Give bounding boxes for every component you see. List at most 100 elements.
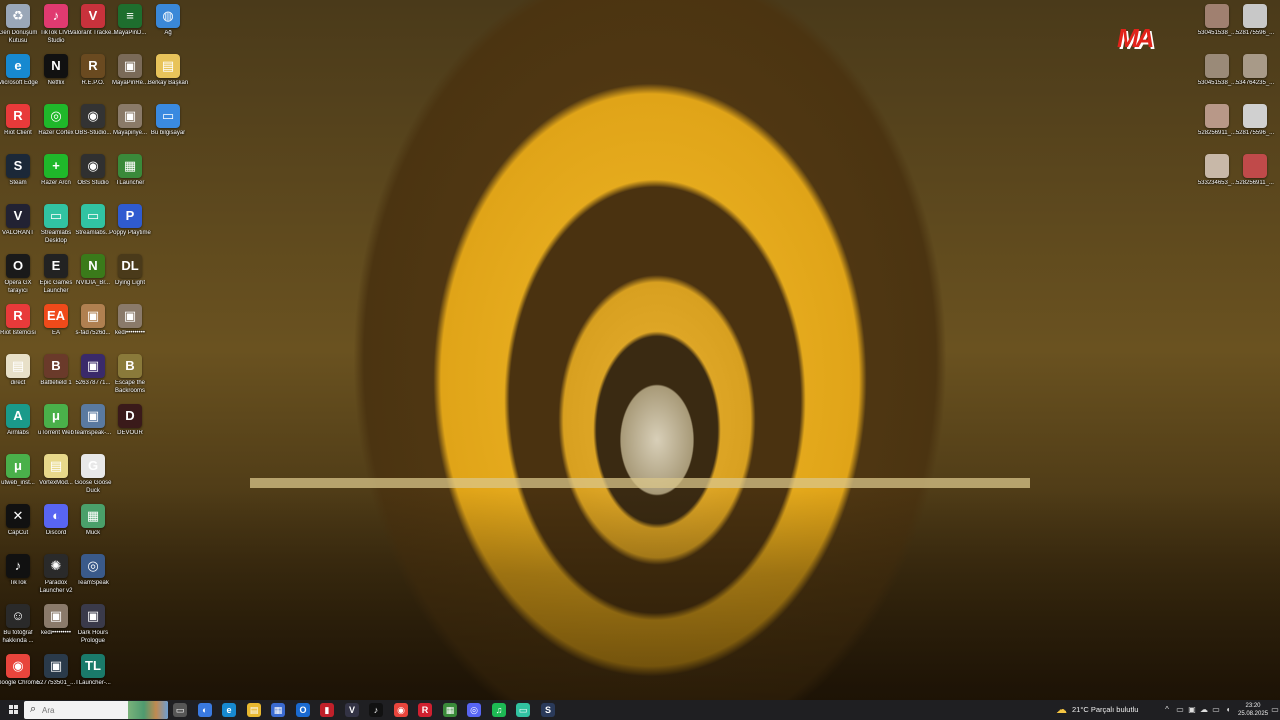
- dark-hours-icon: ▣: [81, 604, 105, 628]
- desktop-icon-image-file[interactable]: 528175596_...: [1231, 100, 1279, 138]
- search-icon: ⌕: [30, 703, 37, 715]
- taskbar-search[interactable]: ⌕: [24, 701, 168, 719]
- clock-date: 25.08.2025: [1238, 711, 1269, 717]
- taskbar-chrome-icon[interactable]: ◉: [394, 703, 408, 717]
- network-icon[interactable]: ▭: [1211, 704, 1221, 715]
- weather-text[interactable]: 21°C Parçalı bulutlu: [1072, 705, 1138, 714]
- desktop-icon-tlauncher[interactable]: ▦ TLauncher: [106, 150, 154, 188]
- 526378771-icon: ▣: [81, 354, 105, 378]
- system-tray: ☁ 21°C Parçalı bulutlu ^ ▭ ▣ ☁ ▭ ◖ 23:20…: [1050, 700, 1280, 720]
- taskbar-task-view-icon[interactable]: ▭: [173, 703, 187, 717]
- battlefield-icon: B: [44, 354, 68, 378]
- tray-app-icon[interactable]: ▣: [1187, 704, 1197, 715]
- taskbar: ⌕ ▭ ◐ e ▤ ▦ O ▮ V ♪ ◉ R ▦ ◎ ♫ ▭ S ☁ 21°C Parçalı bulutl…: [0, 700, 1280, 720]
- desktop-icon-label: Bu bilgisayar: [150, 130, 186, 136]
- tray-app-icon[interactable]: ▭: [1175, 704, 1185, 715]
- desktop-icon-label: 534764235_...: [1235, 80, 1275, 86]
- desktop-icon-berkay[interactable]: ▤ Berkay Başkan: [144, 50, 192, 88]
- start-button[interactable]: [2, 700, 24, 720]
- image-thumbnail-icon: [1243, 54, 1267, 78]
- desktop-icon-escape-backrooms[interactable]: B Escape the Backrooms: [106, 350, 154, 395]
- desktop-icon-bu-bilgisayar[interactable]: ▭ Bu bilgisayar: [144, 100, 192, 138]
- taskbar-outlook-icon[interactable]: O: [296, 703, 310, 717]
- image-thumbnail-icon: [1243, 154, 1267, 178]
- desktop-icon-dark-hours[interactable]: ▣ Dark Hours Prologue: [69, 600, 117, 645]
- capcut-icon: ✕: [6, 504, 30, 528]
- paradox-icon: ✺: [44, 554, 68, 578]
- chrome-icon: ◉: [6, 654, 30, 678]
- goose-icon: G: [81, 454, 105, 478]
- streamlabs-icon: ▭: [81, 204, 105, 228]
- taskbar-discord-like-icon[interactable]: ◎: [467, 703, 481, 717]
- desktop-icon-kedi1[interactable]: ▣ kedi•••••••••: [106, 300, 154, 338]
- tlauncher-icon: ▦: [118, 154, 142, 178]
- taskbar-minecraft-icon[interactable]: ▦: [443, 703, 457, 717]
- desktop-icon-teamspeak[interactable]: ◎ TeamSpeak: [69, 550, 117, 588]
- utorrent-web-icon: μ: [44, 404, 68, 428]
- volume-icon[interactable]: ◖: [1223, 704, 1233, 715]
- taskbar-explorer-icon[interactable]: ▤: [247, 703, 261, 717]
- desktop-icon-poppy[interactable]: P Poppy Playtime: [106, 200, 154, 238]
- taskbar-copilot-icon[interactable]: ◐: [198, 703, 212, 717]
- berkay-icon: ▤: [156, 54, 180, 78]
- 527753501-icon: ▣: [44, 654, 68, 678]
- obs-studio-icon: ◉: [81, 154, 105, 178]
- discord-icon: ◐: [44, 504, 68, 528]
- steam-icon: S: [6, 154, 30, 178]
- taskbar-red-app-icon[interactable]: ▮: [320, 703, 334, 717]
- desktop-icon-label: TLauncher: [115, 180, 145, 186]
- kedi1-icon: ▣: [118, 304, 142, 328]
- image-thumbnail-icon: [1205, 154, 1229, 178]
- desktop-icon-label: Muck: [85, 530, 101, 536]
- desktop-icon-ag[interactable]: ◍ Ağ: [144, 0, 192, 38]
- edge-icon: e: [6, 54, 30, 78]
- windows-logo-icon: [9, 705, 13, 709]
- taskbar-streamlabs-icon[interactable]: ▭: [516, 703, 530, 717]
- tiktok-icon: ♪: [6, 554, 30, 578]
- desktop-icon-image-file[interactable]: 534764235_...: [1231, 50, 1279, 88]
- taskbar-steam-icon[interactable]: S: [541, 703, 555, 717]
- weather-icon[interactable]: ☁: [1056, 703, 1067, 716]
- notification-icon[interactable]: ▭: [1270, 704, 1280, 715]
- vortex-icon: ▤: [44, 454, 68, 478]
- nvidia-icon: N: [81, 254, 105, 278]
- wallpaper-reflection: [0, 490, 1280, 700]
- chevron-up-icon[interactable]: ^: [1162, 704, 1172, 715]
- valorant-icon: V: [6, 204, 30, 228]
- desktop-icon-tlauncher2[interactable]: TL TLauncher-...: [69, 650, 117, 688]
- desktop-icon-image-file[interactable]: 528175596_...: [1231, 0, 1279, 38]
- taskbar-riot-icon[interactable]: R: [418, 703, 432, 717]
- mayapin-icon: ≡: [118, 4, 142, 28]
- taskbar-edge-icon[interactable]: e: [222, 703, 236, 717]
- repo-icon: R: [81, 54, 105, 78]
- desktop-icon-dying-light[interactable]: DL Dying Light: [106, 250, 154, 288]
- direct-icon: ▤: [6, 354, 30, 378]
- kedi2-icon: ▣: [44, 604, 68, 628]
- valorant-tracker-icon: V: [81, 4, 105, 28]
- image-thumbnail-icon: [1205, 4, 1229, 28]
- desktop-icon-label: Berkay Başkan: [147, 80, 189, 86]
- ag-icon: ◍: [156, 4, 180, 28]
- desktop-icon-label: Dark Hours Prologue: [77, 630, 109, 644]
- bu-bilgisayar-icon: ▭: [156, 104, 180, 128]
- desktop-icon-devour[interactable]: D DEVOUR: [106, 400, 154, 438]
- taskbar-spotify-icon[interactable]: ♫: [492, 703, 506, 717]
- desktop-icon-label: 528175596_...: [1235, 30, 1275, 36]
- desktop-icon-label: TeamSpeak: [77, 580, 109, 586]
- taskbar-tiktok-icon[interactable]: ♪: [369, 703, 383, 717]
- clock[interactable]: 23:20 25.08.2025: [1238, 702, 1268, 718]
- desktop-icon-label: Poppy Playtime: [109, 230, 151, 236]
- dying-light-icon: DL: [118, 254, 142, 278]
- netflix-icon: N: [44, 54, 68, 78]
- desktop-icon-label: DEVOUR: [117, 430, 143, 436]
- taskbar-store-icon[interactable]: ▦: [271, 703, 285, 717]
- desktop-icon-label: Escape the Backrooms: [114, 380, 146, 394]
- search-input[interactable]: [42, 703, 142, 717]
- cloud-icon[interactable]: ☁: [1199, 704, 1209, 715]
- desktop-icon-goose[interactable]: G Goose Goose Duck: [69, 450, 117, 495]
- desktop-icon-muck[interactable]: ▦ Muck: [69, 500, 117, 538]
- taskbar-valorant-icon[interactable]: V: [345, 703, 359, 717]
- image-thumbnail-icon: [1205, 104, 1229, 128]
- utweb-inst-icon: μ: [6, 454, 30, 478]
- desktop-icon-image-file[interactable]: 528256911_...: [1231, 150, 1279, 188]
